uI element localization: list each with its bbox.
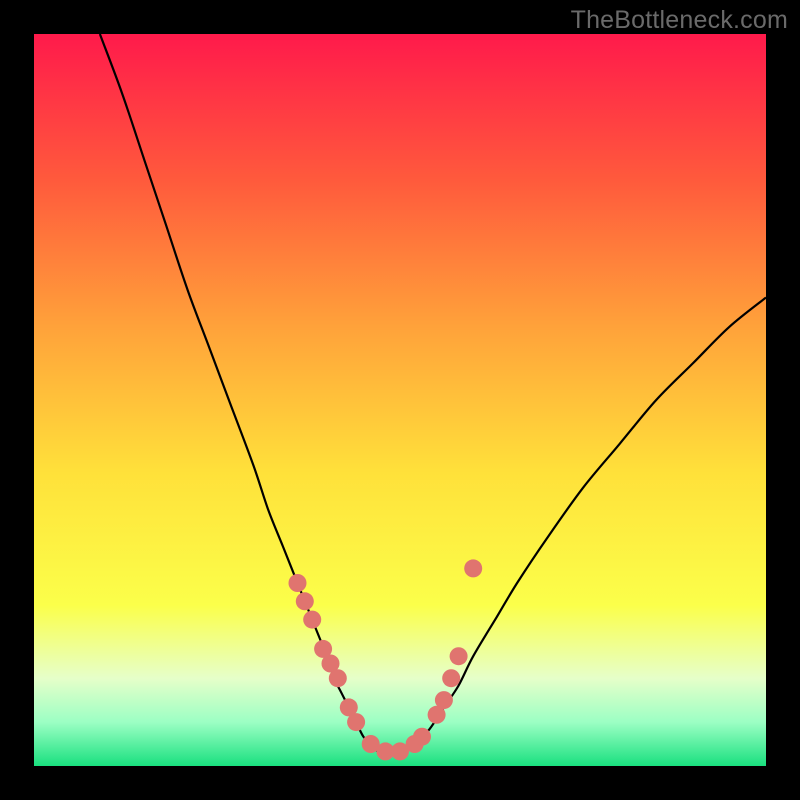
highlighted-point <box>329 669 347 687</box>
chart-plot-area <box>34 34 766 766</box>
highlighted-point <box>450 647 468 665</box>
watermark-text: TheBottleneck.com <box>571 6 788 35</box>
highlighted-point <box>303 611 321 629</box>
highlighted-point <box>347 713 365 731</box>
highlighted-point <box>413 728 431 746</box>
highlighted-point <box>442 669 460 687</box>
highlighted-point <box>464 559 482 577</box>
highlighted-point <box>435 691 453 709</box>
highlighted-point <box>289 574 307 592</box>
chart-svg <box>34 34 766 766</box>
highlighted-point <box>296 592 314 610</box>
